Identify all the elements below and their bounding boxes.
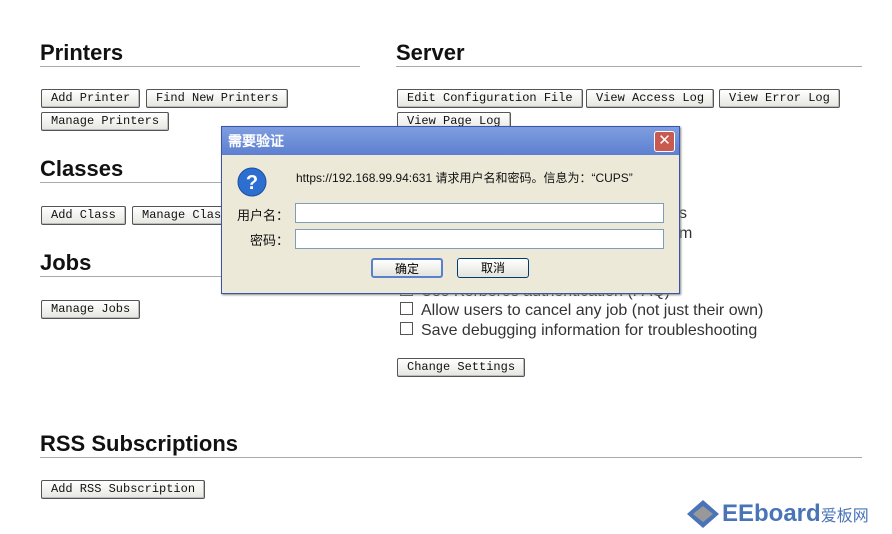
logo-diamond-icon	[687, 500, 719, 528]
password-input[interactable]	[295, 229, 664, 249]
server-heading: Server	[396, 40, 465, 65]
partial-text: s	[679, 205, 687, 222]
manage-jobs-button[interactable]: Manage Jobs	[41, 300, 141, 319]
auth-dialog: 需要验证 ✕ ? https://192.168.99.94:631 请求用户名…	[221, 126, 680, 294]
close-icon[interactable]: ✕	[654, 131, 675, 152]
classes-heading: Classes	[40, 156, 124, 181]
dialog-message: https://192.168.99.94:631 请求用户名和密码。信息为：“…	[296, 171, 633, 185]
ok-button[interactable]: 确定	[371, 258, 443, 278]
rss-heading: RSS Subscriptions	[40, 431, 239, 456]
password-label: 密码：	[250, 233, 290, 248]
add-rss-subscription-button[interactable]: Add RSS Subscription	[41, 480, 206, 499]
username-input[interactable]	[295, 203, 664, 223]
option-debug-logging[interactable]: Save debugging information for troublesh…	[400, 322, 757, 340]
divider	[40, 457, 862, 458]
view-access-log-button[interactable]: View Access Log	[586, 89, 715, 108]
cancel-button[interactable]: 取消	[457, 258, 529, 278]
add-printer-button[interactable]: Add Printer	[41, 89, 141, 108]
svg-text:?: ?	[246, 172, 258, 194]
checkbox[interactable]	[400, 322, 413, 335]
find-new-printers-button[interactable]: Find New Printers	[146, 89, 289, 108]
checkbox[interactable]	[400, 302, 413, 315]
option-cancel-any-job[interactable]: Allow users to cancel any job (not just …	[400, 302, 763, 320]
view-error-log-button[interactable]: View Error Log	[719, 89, 840, 108]
divider	[40, 66, 360, 67]
change-settings-button[interactable]: Change Settings	[397, 358, 526, 377]
divider	[396, 66, 862, 67]
eeboard-logo: EEboard 爱板网	[686, 498, 869, 530]
partial-text: m	[679, 225, 693, 242]
jobs-heading: Jobs	[40, 250, 92, 275]
add-class-button[interactable]: Add Class	[41, 206, 126, 225]
dialog-title: 需要验证	[222, 127, 679, 155]
username-label: 用户名：	[237, 208, 290, 223]
printers-heading: Printers	[40, 40, 124, 65]
question-icon: ?	[237, 167, 267, 197]
edit-configuration-file-button[interactable]: Edit Configuration File	[397, 89, 583, 108]
manage-printers-button[interactable]: Manage Printers	[41, 112, 170, 131]
